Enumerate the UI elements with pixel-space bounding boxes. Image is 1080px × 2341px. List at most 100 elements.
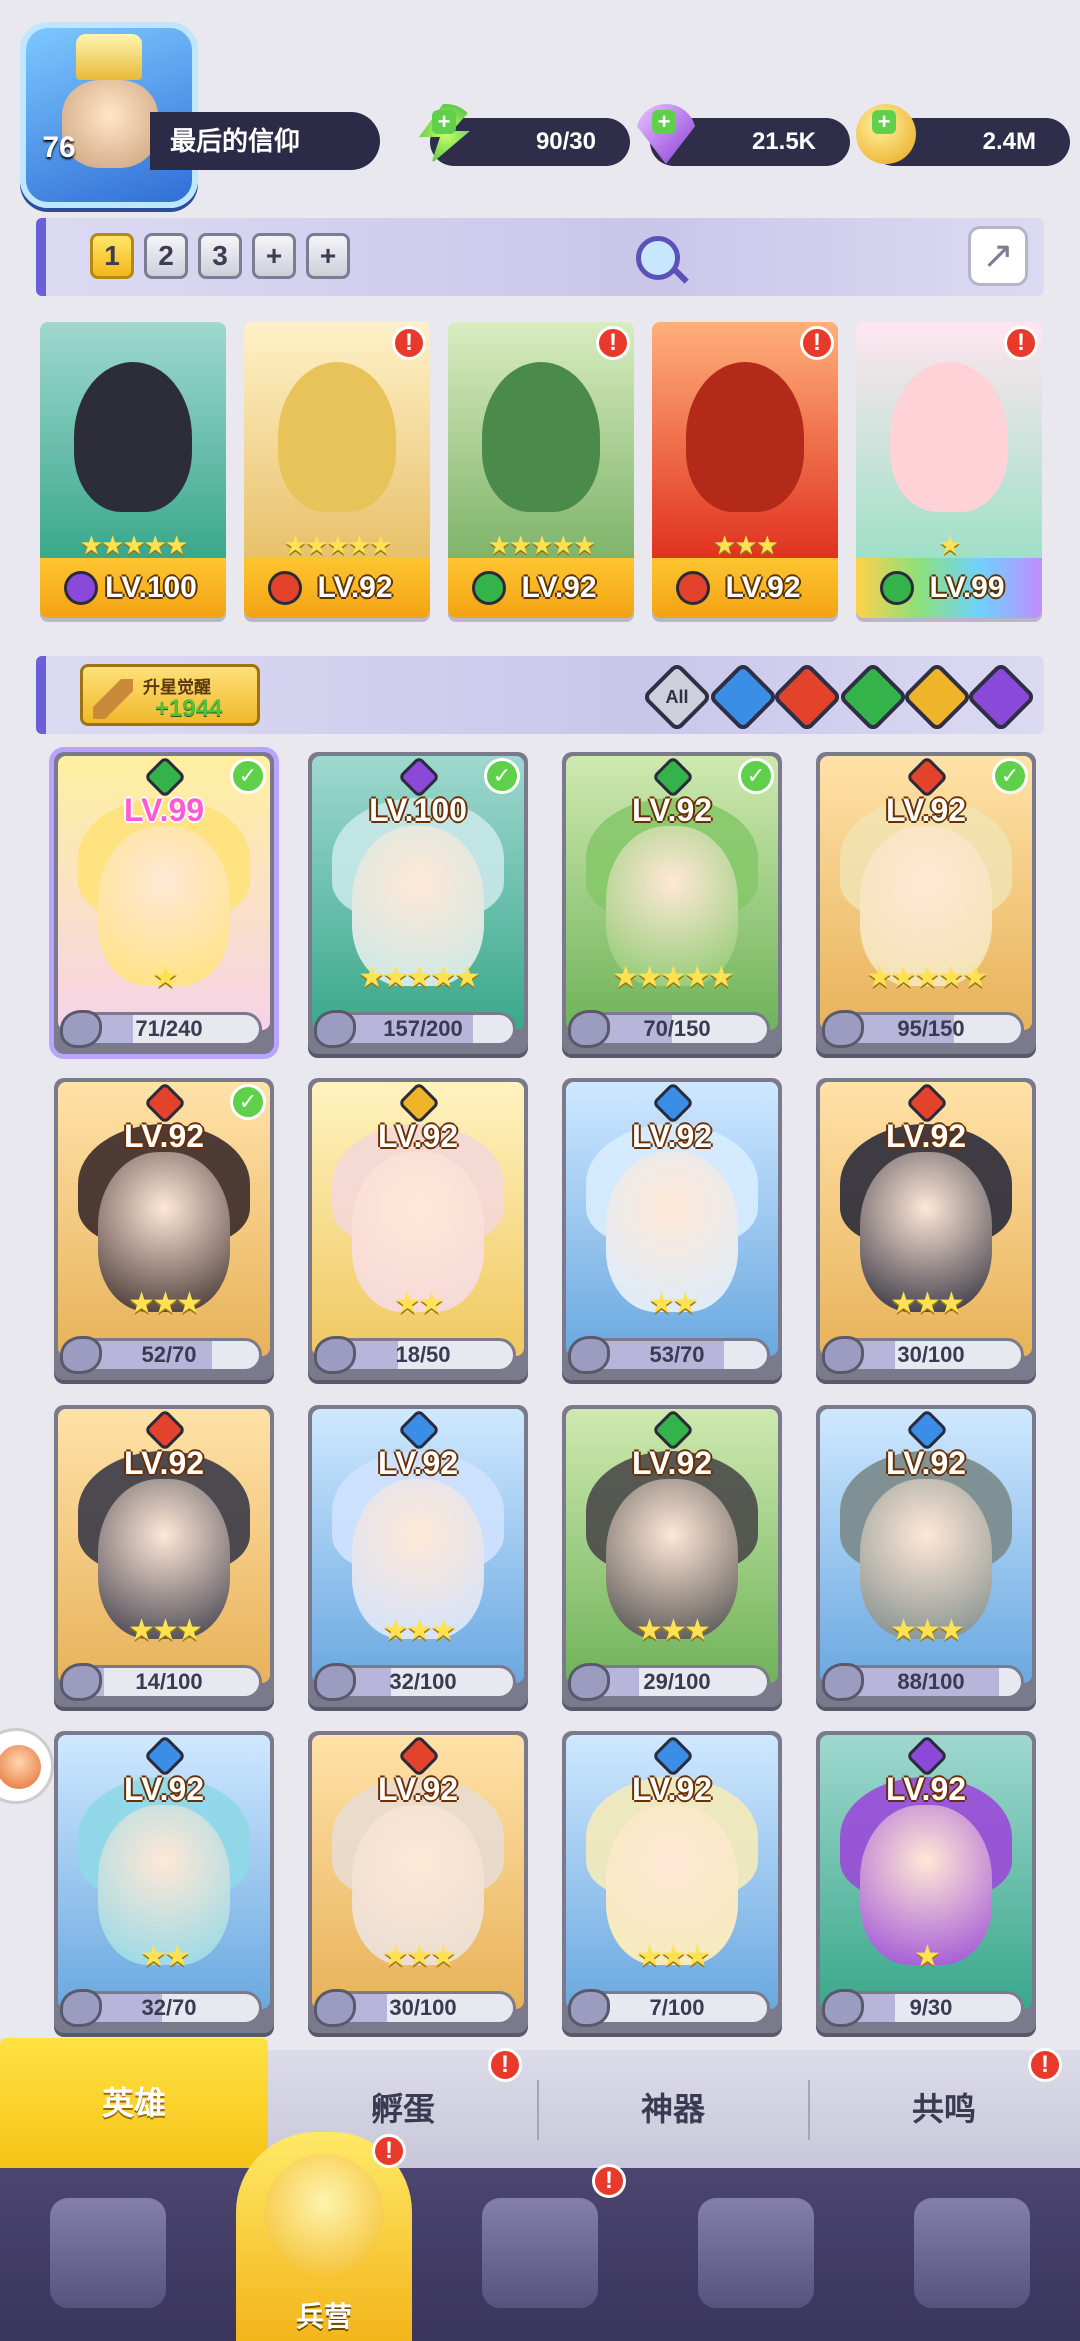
- shard-progress-text: 88/100: [897, 1669, 965, 1694]
- hero-card[interactable]: ✓ LV.92 ★★★ 52/70: [54, 1078, 274, 1380]
- in-team-check-icon: ✓: [992, 758, 1028, 794]
- nav-mushroom[interactable]: [864, 2168, 1080, 2341]
- in-team-check-icon: ✓: [738, 758, 774, 794]
- hero-card[interactable]: ✓ LV.92 ★★★★★ 70/150: [562, 752, 782, 1054]
- hero-level: LV.92: [123, 1771, 205, 1807]
- team-hero-card[interactable]: ★★★★★ LV.100: [40, 322, 226, 618]
- team-tab-add-2[interactable]: +: [306, 233, 350, 279]
- nav-cards[interactable]: [0, 2168, 216, 2341]
- share-icon[interactable]: ↗: [968, 226, 1028, 286]
- shard-progress: 53/70: [584, 1338, 770, 1372]
- nav-map[interactable]: !: [432, 2164, 648, 2341]
- player-level: 76: [42, 131, 76, 164]
- hero-stars: ★: [152, 961, 179, 994]
- hero-stars: ★★★★★: [79, 530, 189, 560]
- hero-card[interactable]: LV.92 ★★ 18/50: [308, 1078, 528, 1380]
- nature-element-icon: [472, 571, 506, 605]
- hero-card[interactable]: ✓ LV.92 ★★★★★ 95/150: [816, 752, 1036, 1054]
- helper-bubble[interactable]: [0, 1728, 54, 1804]
- shard-icon: [568, 1663, 610, 1701]
- shard-progress: 18/50: [330, 1338, 516, 1372]
- shard-progress-text: 70/150: [643, 1016, 711, 1041]
- filter-dark-icon[interactable]: [965, 661, 1037, 733]
- gem-counter[interactable]: 21.5K: [636, 104, 850, 166]
- awaken-button[interactable]: 升星觉醒 +1944: [80, 664, 260, 726]
- energy-counter[interactable]: 90/30: [419, 104, 630, 166]
- team-tab-3[interactable]: 3: [198, 233, 242, 279]
- hero-stars: ★★★: [128, 1287, 203, 1320]
- filter-water-icon[interactable]: [707, 661, 779, 733]
- cards-icon: [50, 2198, 166, 2308]
- team-hero-card[interactable]: ★★★★★ LV.92 !: [448, 322, 634, 618]
- team-hero-card[interactable]: ★★★★★ LV.92 !: [244, 322, 430, 618]
- hero-card[interactable]: ✓ LV.100 ★★★★★ 157/200: [308, 752, 528, 1054]
- castle-icon: [698, 2198, 814, 2308]
- filter-all[interactable]: All: [641, 661, 713, 733]
- team-hero-card[interactable]: ★ LV.99 !: [856, 322, 1042, 618]
- hero-portrait: [40, 322, 226, 558]
- alert-icon: !: [800, 326, 834, 360]
- hero-card[interactable]: LV.92 ★★ 53/70: [562, 1078, 782, 1380]
- search-icon[interactable]: [636, 236, 680, 280]
- hero-card[interactable]: ✓ LV.99 ★ 71/240: [54, 752, 274, 1054]
- fire-element-icon: [676, 571, 710, 605]
- hero-level: LV.92: [377, 1445, 459, 1481]
- shard-progress-text: 157/200: [383, 1016, 463, 1041]
- team-tab-2[interactable]: 2: [144, 233, 188, 279]
- shard-progress: 14/100: [76, 1665, 262, 1699]
- fire-element-icon: [268, 571, 302, 605]
- shard-icon: [60, 1663, 102, 1701]
- filter-bar: 升星觉醒 +1944 All: [36, 656, 1044, 734]
- hero-figure: [890, 362, 1008, 512]
- shard-icon: [314, 1663, 356, 1701]
- shard-icon: [822, 1663, 864, 1701]
- bottom-nav: 兵营 ! !: [0, 2132, 1080, 2341]
- hero-card[interactable]: LV.92 ★★ 32/70: [54, 1731, 274, 2033]
- team-hero-card[interactable]: ★★★ LV.92 !: [652, 322, 838, 618]
- hero-stars: ★★★★★: [283, 530, 393, 560]
- hero-card[interactable]: LV.92 ★★★ 30/100: [816, 1078, 1036, 1380]
- nav-barracks[interactable]: 兵营 !: [216, 2132, 432, 2341]
- filter-fire-icon[interactable]: [771, 661, 843, 733]
- nav-barracks-label: 兵营: [295, 2301, 352, 2332]
- filter-all-label: All: [665, 687, 689, 707]
- shard-icon: [568, 1336, 610, 1374]
- team-tab-1[interactable]: 1: [90, 233, 134, 279]
- team-tab-add-1[interactable]: +: [252, 233, 296, 279]
- tab-heroes[interactable]: 英雄: [0, 2038, 268, 2168]
- nav-castle[interactable]: [648, 2168, 864, 2341]
- add-coin-icon[interactable]: +: [872, 110, 896, 134]
- tab-artifact[interactable]: 神器: [538, 2050, 808, 2168]
- alert-icon: !: [596, 326, 630, 360]
- hero-stars: ★★★★★: [358, 961, 480, 994]
- filter-light-icon[interactable]: [901, 661, 973, 733]
- team-bar: 1 2 3 + + ↗: [36, 218, 1044, 296]
- coin-value: 2.4M: [982, 128, 1036, 155]
- hero-figure: [482, 362, 600, 512]
- hero-level: LV.92: [631, 1118, 713, 1154]
- hero-card[interactable]: LV.92 ★★★ 88/100: [816, 1405, 1036, 1707]
- hero-level: LV.92: [885, 1118, 967, 1154]
- hero-figure: [278, 362, 396, 512]
- dark-element-icon: [64, 571, 98, 605]
- hero-card[interactable]: LV.92 ★★★ 30/100: [308, 1731, 528, 2033]
- shard-icon: [314, 1010, 356, 1048]
- coin-counter[interactable]: 2.4M: [856, 104, 1070, 166]
- shard-progress: 9/30: [838, 1991, 1024, 2025]
- add-gem-icon[interactable]: +: [652, 110, 676, 134]
- hero-level: LV.99: [123, 792, 205, 828]
- hero-level: LV.92: [631, 792, 713, 828]
- shard-icon: [568, 1989, 610, 2027]
- add-energy-icon[interactable]: +: [432, 110, 456, 134]
- hero-card[interactable]: LV.92 ★★★ 7/100: [562, 1731, 782, 2033]
- hero-card[interactable]: LV.92 ★★★ 14/100: [54, 1405, 274, 1707]
- shard-progress-text: 53/70: [649, 1342, 705, 1367]
- player-name[interactable]: 最后的信仰: [150, 112, 380, 170]
- hero-card[interactable]: LV.92 ★ 9/30: [816, 1731, 1036, 2033]
- filter-nature-icon[interactable]: [837, 661, 909, 733]
- hero-card[interactable]: LV.92 ★★★ 29/100: [562, 1405, 782, 1707]
- shard-icon: [314, 1336, 356, 1374]
- hero-card[interactable]: LV.92 ★★★ 32/100: [308, 1405, 528, 1707]
- in-team-check-icon: ✓: [484, 758, 520, 794]
- hero-stars: ★★★: [713, 530, 779, 560]
